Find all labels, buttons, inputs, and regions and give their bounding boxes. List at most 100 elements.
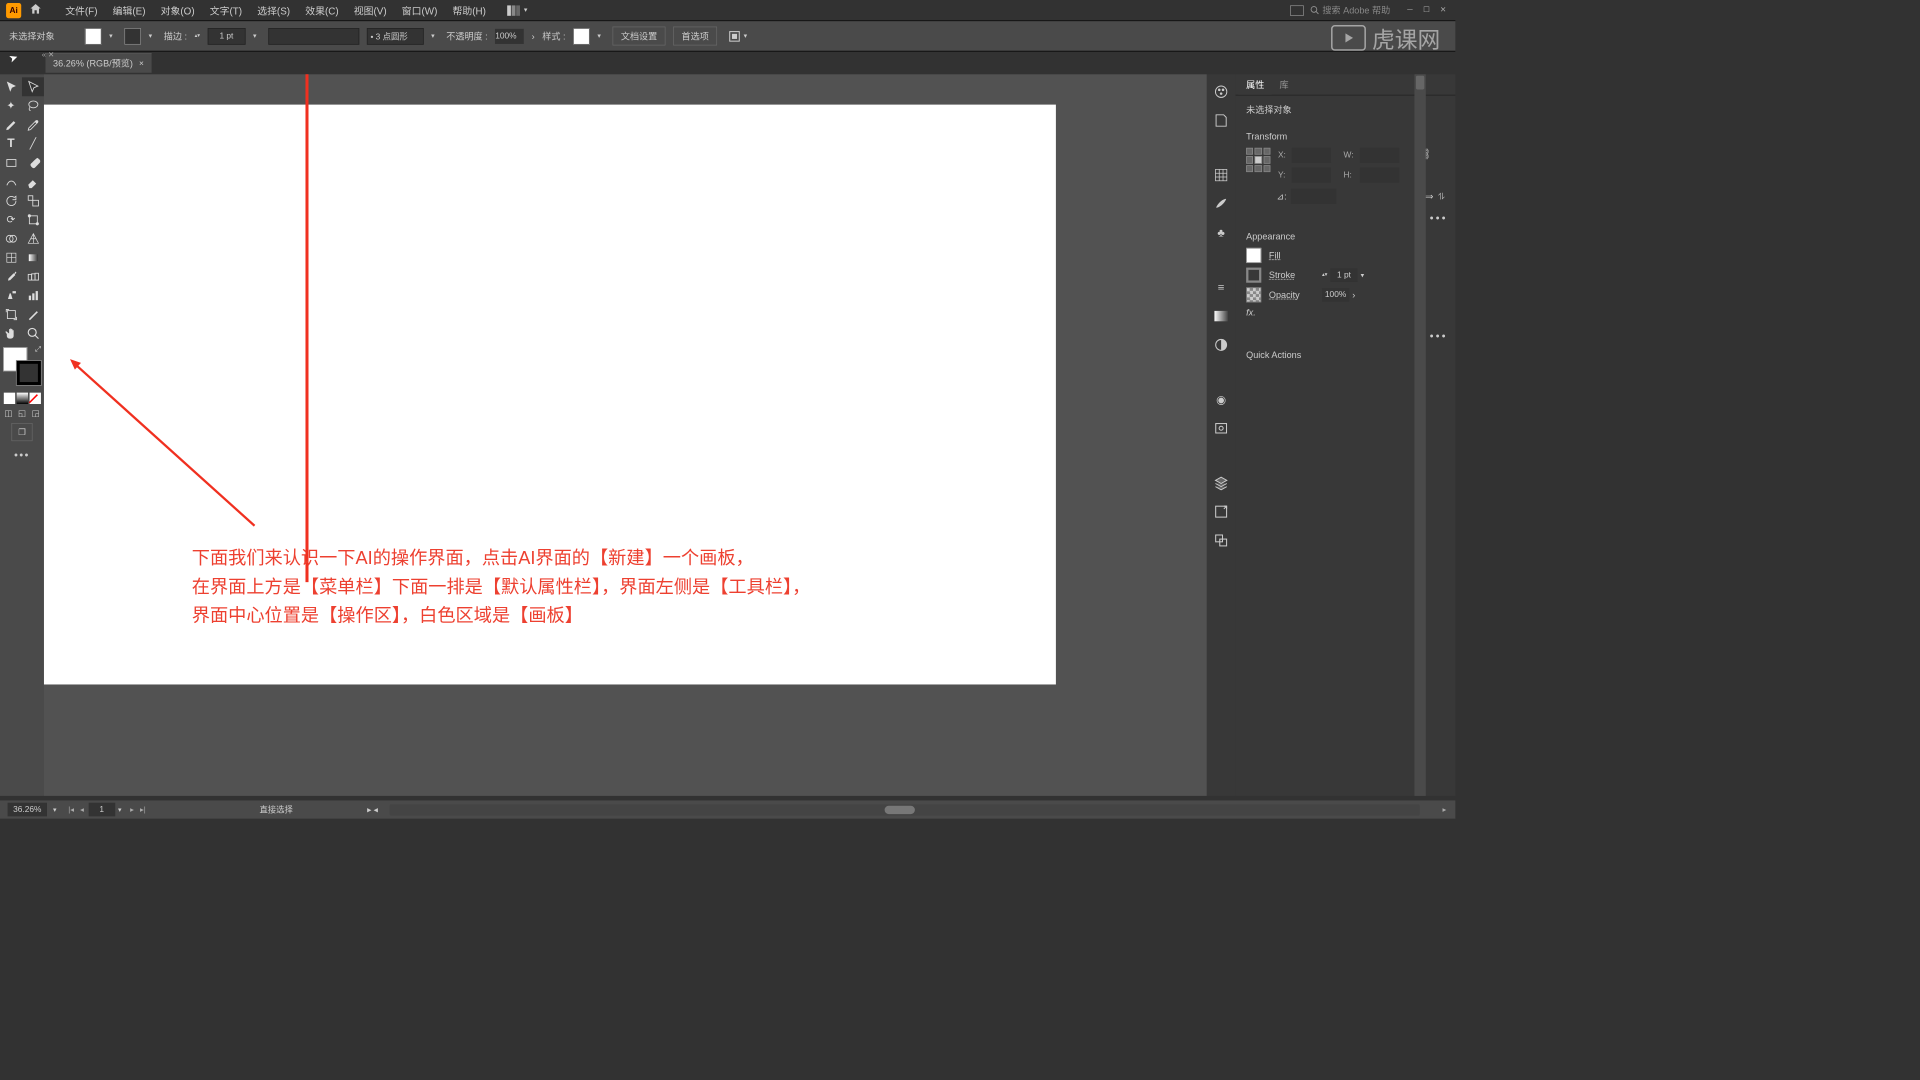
transparency-panel-icon[interactable] [1213,337,1230,354]
workspace-switcher-icon[interactable] [1290,5,1304,16]
symbol-sprayer-tool[interactable] [0,286,22,305]
tab-close-icon[interactable]: × [139,59,144,68]
close-icon[interactable]: ✕ [1437,5,1449,16]
none-mode-icon[interactable] [29,393,40,404]
menu-view[interactable]: 视图(V) [346,1,394,20]
pen-tool[interactable] [0,115,22,134]
draw-behind-icon[interactable]: ◱ [16,409,27,419]
line-segment-tool[interactable]: ╱ [22,134,44,153]
vertical-scrollbar[interactable] [1414,74,1425,796]
eraser-tool[interactable] [22,172,44,191]
preferences-button[interactable]: 首选项 [673,27,717,46]
scale-tool[interactable] [22,191,44,210]
eyedropper-tool[interactable] [0,267,22,286]
fill-stroke-control[interactable]: ⤢ [3,347,41,385]
asset-export-panel-icon[interactable] [1213,503,1230,520]
properties-panel-icon[interactable] [1213,112,1230,129]
reference-point-selector[interactable] [1246,148,1270,172]
rectangle-tool[interactable] [0,153,22,172]
edit-toolbar-button[interactable]: ••• [0,444,44,465]
h-input[interactable] [1360,168,1399,183]
slice-tool[interactable] [22,305,44,324]
width-tool[interactable]: ⟳ [0,210,22,229]
tab-properties[interactable]: 属性 [1239,74,1272,94]
artboard-number-input[interactable] [88,803,115,817]
symbols-panel-icon[interactable]: ♣ [1213,224,1230,241]
opacity-input[interactable] [495,28,524,43]
document-tab[interactable]: 36.26% (RGB/预览) × [45,53,151,73]
zoom-tool[interactable] [22,324,44,343]
angle-input[interactable] [1291,189,1336,204]
color-mode-icon[interactable] [3,393,14,404]
menu-edit[interactable]: 编辑(E) [105,1,153,20]
opacity-swatch[interactable] [1246,287,1261,302]
flip-vertical-icon[interactable]: ⥮ [1438,191,1445,202]
free-transform-tool[interactable] [22,210,44,229]
first-artboard-icon[interactable]: |◂ [67,805,76,813]
swatches-panel-icon[interactable] [1213,167,1230,184]
gradient-tool[interactable] [22,248,44,267]
status-play-icon[interactable]: ▸ ◂ [367,805,378,815]
type-tool[interactable]: T [0,134,22,153]
mesh-tool[interactable] [0,248,22,267]
column-graph-tool[interactable] [22,286,44,305]
color-panel-icon[interactable] [1213,83,1230,100]
graphic-style-swatch[interactable] [573,28,590,45]
paintbrush-tool[interactable] [22,153,44,172]
graphic-styles-panel-icon[interactable] [1213,420,1230,437]
shape-builder-tool[interactable] [0,229,22,248]
selection-tool[interactable] [0,77,22,96]
artboard-tool[interactable] [0,305,22,324]
maximize-icon[interactable]: ☐ [1420,5,1432,16]
stroke-weight-input[interactable] [1330,268,1357,282]
menu-window[interactable]: 窗口(W) [394,1,445,20]
hand-tool[interactable] [0,324,22,343]
zoom-level-input[interactable] [8,803,47,817]
blend-tool[interactable] [22,267,44,286]
magic-wand-tool[interactable]: ✦ [0,96,22,115]
swap-fill-stroke-icon[interactable]: ⤢ [35,346,41,354]
menu-effect[interactable]: 效果(C) [298,1,347,20]
gradient-mode-icon[interactable] [16,393,27,404]
opacity-input[interactable] [1322,288,1349,302]
variable-width-profile[interactable] [268,28,359,45]
screen-mode-button[interactable]: ❐ [11,423,32,441]
canvas-area[interactable]: 下面我们来认识一下AI的操作界面，点击AI界面的【新建】一个画板， 在界面上方是… [44,74,1207,796]
artboards-panel-icon[interactable] [1213,532,1230,549]
gradient-panel-icon[interactable] [1213,308,1230,325]
document-setup-button[interactable]: 文档设置 [613,27,666,46]
brush-definition[interactable]: • 3 点圆形 [367,28,424,45]
draw-normal-icon[interactable]: ◫ [3,409,14,419]
layers-panel-icon[interactable] [1213,475,1230,492]
shaper-tool[interactable] [0,172,22,191]
fx-label[interactable]: fx. [1246,307,1256,318]
search-input[interactable]: 搜索 Adobe 帮助 [1310,4,1391,17]
menu-type[interactable]: 文字(T) [202,1,249,20]
x-input[interactable] [1292,148,1331,163]
next-artboard-icon[interactable]: ▸ [129,805,136,813]
rotate-tool[interactable] [0,191,22,210]
lasso-tool[interactable] [22,96,44,115]
home-icon[interactable] [29,2,43,18]
arrange-docs-icon[interactable]: ▾ [507,5,531,16]
menu-object[interactable]: 对象(O) [153,1,202,20]
direct-selection-tool[interactable] [22,77,44,96]
appearance-panel-icon[interactable]: ◉ [1213,391,1230,408]
stroke-swatch[interactable] [124,28,141,45]
menu-file[interactable]: 文件(F) [58,1,105,20]
minimize-icon[interactable]: ─ [1404,5,1416,16]
tab-libraries[interactable]: 库 [1272,74,1296,94]
menu-select[interactable]: 选择(S) [250,1,298,20]
align-to-icon[interactable]: ▾ [728,29,751,43]
y-input[interactable] [1292,168,1331,183]
w-input[interactable] [1360,148,1399,163]
prev-artboard-icon[interactable]: ◂ [79,805,86,813]
stroke-panel-icon[interactable]: ≡ [1213,279,1230,296]
fill-swatch[interactable] [1246,248,1261,263]
stroke-swatch[interactable] [1246,268,1261,283]
perspective-grid-tool[interactable] [22,229,44,248]
curvature-tool[interactable] [22,115,44,134]
menu-help[interactable]: 帮助(H) [445,1,494,20]
fill-swatch[interactable] [85,28,102,45]
stroke-weight-input[interactable] [207,28,245,45]
